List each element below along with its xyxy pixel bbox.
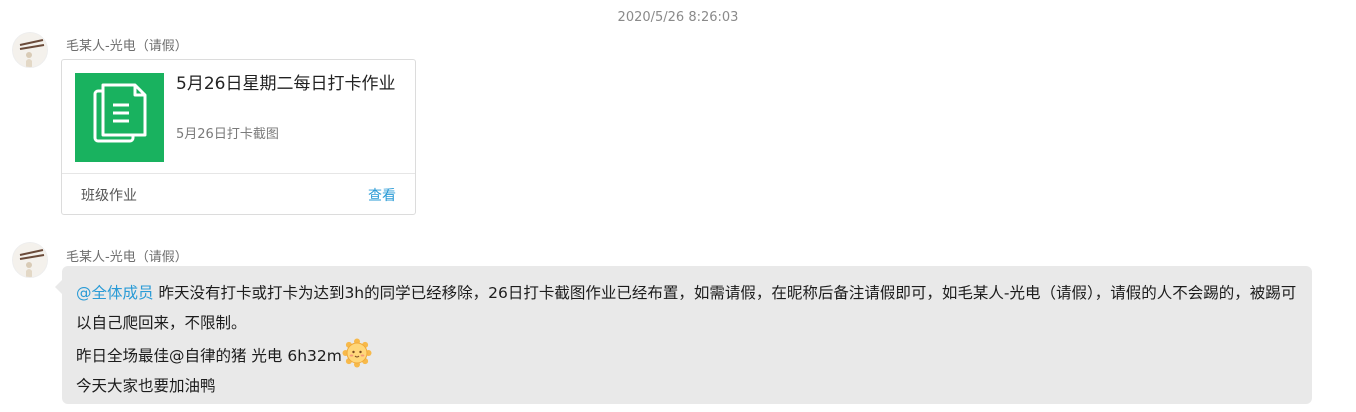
message-paragraph: 今天大家也要加油鸭: [76, 371, 1298, 401]
view-button[interactable]: 查看: [368, 185, 396, 205]
card-category-label: 班级作业: [81, 188, 137, 204]
document-icon: [75, 73, 164, 162]
card-subtitle: 5月26日打卡截图: [176, 127, 279, 142]
card-body[interactable]: 5月26日星期二每日打卡作业 5月26日打卡截图: [62, 60, 415, 176]
card-footer: 班级作业 查看: [62, 173, 415, 214]
sender-name: 毛某人-光电（请假）: [66, 39, 188, 54]
avatar-image: [13, 33, 47, 67]
mention-all-link[interactable]: @全体成员: [76, 284, 154, 302]
message-text: 昨日全场最佳@自律的猪 光电 6h32m: [76, 347, 342, 365]
card-title: 5月26日星期二每日打卡作业: [176, 74, 396, 94]
sender-avatar[interactable]: [12, 32, 48, 68]
bubble-tail: [55, 280, 62, 294]
chat-window: 2020/5/26 8:26:03 毛某人-光电（请假） 5月26日星期二每日打…: [0, 0, 1356, 412]
sender-avatar[interactable]: [12, 242, 48, 278]
sender-name: 毛某人-光电（请假）: [66, 250, 188, 265]
message-paragraph: 昨日全场最佳@自律的猪 光电 6h32m: [76, 338, 1298, 371]
message-text: 今天大家也要加油鸭: [76, 377, 216, 395]
message-paragraph: @全体成员 昨天没有打卡或打卡为达到3h的同学已经移除，26日打卡截图作业已经布…: [76, 278, 1298, 338]
sun-face-emoji-icon: [342, 338, 372, 368]
message-timestamp: 2020/5/26 8:26:03: [617, 10, 739, 25]
message-text: 昨天没有打卡或打卡为达到3h的同学已经移除，26日打卡截图作业已经布置，如需请假…: [76, 284, 1297, 332]
message-bubble[interactable]: @全体成员 昨天没有打卡或打卡为达到3h的同学已经移除，26日打卡截图作业已经布…: [55, 266, 1312, 404]
avatar-image: [13, 243, 47, 277]
homework-card[interactable]: 5月26日星期二每日打卡作业 5月26日打卡截图 班级作业 查看: [61, 59, 416, 215]
